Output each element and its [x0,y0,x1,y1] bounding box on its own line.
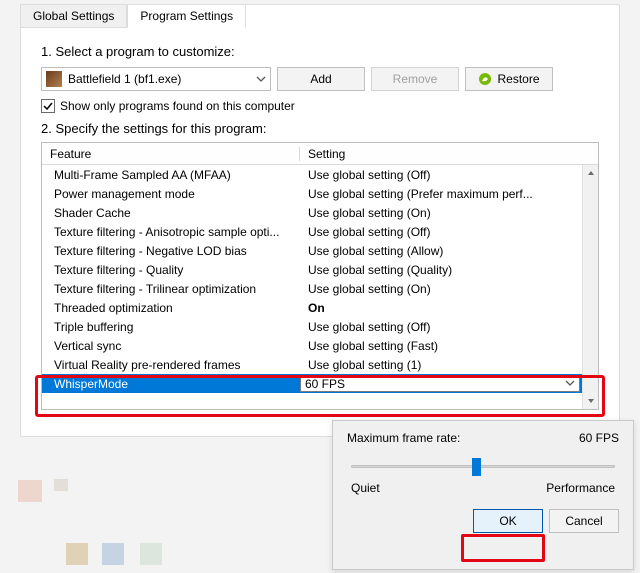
decor-square [54,479,68,491]
table-row[interactable]: Texture filtering - QualityUse global se… [42,260,582,279]
table-row[interactable]: Texture filtering - Negative LOD biasUse… [42,241,582,260]
show-only-label: Show only programs found on this compute… [60,99,295,113]
step1-label: 1. Select a program to customize: [41,44,599,59]
restore-button[interactable]: Restore [465,67,553,91]
restore-label: Restore [497,72,539,86]
table-row[interactable]: Texture filtering - Anisotropic sample o… [42,222,582,241]
add-button[interactable]: Add [277,67,365,91]
feature-cell: Shader Cache [42,206,300,220]
tab-program-settings[interactable]: Program Settings [127,4,246,28]
table-row[interactable]: Threaded optimizationOn [42,298,582,317]
setting-cell: Use global setting (Quality) [300,263,582,277]
feature-cell: Power management mode [42,187,300,201]
program-select[interactable]: Battlefield 1 (bf1.exe) [41,67,271,91]
feature-cell: Vertical sync [42,339,300,353]
setting-cell: Use global setting (Prefer maximum perf.… [300,187,582,201]
tab-global-settings[interactable]: Global Settings [20,4,127,28]
settings-panel: Global Settings Program Settings 1. Sele… [20,4,620,437]
chevron-down-icon [565,377,575,391]
slider-label-performance: Performance [546,481,615,495]
frame-rate-popup: Maximum frame rate: 60 FPS Quiet Perform… [332,420,634,570]
feature-cell: Texture filtering - Quality [42,263,300,277]
step2-label: 2. Specify the settings for this program… [41,121,599,136]
decor-square [102,543,124,565]
setting-cell: Use global setting (Off) [300,225,582,239]
max-frame-rate-label: Maximum frame rate: [347,431,460,445]
setting-cell: Use global setting (On) [300,282,582,296]
table-row[interactable]: Vertical syncUse global setting (Fast) [42,336,582,355]
setting-cell: Use global setting (Allow) [300,244,582,258]
setting-cell: Use global setting (On) [300,206,582,220]
scroll-down-icon[interactable] [583,393,599,409]
setting-cell: Use global setting (1) [300,358,582,372]
slider-thumb[interactable] [472,458,481,476]
table-row[interactable]: Triple bufferingUse global setting (Off) [42,317,582,336]
tab-strip: Global Settings Program Settings [20,4,619,28]
program-icon [46,71,62,87]
table-row[interactable]: Texture filtering - Trilinear optimizati… [42,279,582,298]
feature-cell: Triple buffering [42,320,300,334]
feature-cell: Threaded optimization [42,301,300,315]
decor-square [66,543,88,565]
setting-cell: Use global setting (Off) [300,320,582,334]
scroll-up-icon[interactable] [583,165,599,181]
setting-cell: Use global setting (Fast) [300,339,582,353]
decor-square [140,543,162,565]
frame-rate-slider[interactable] [351,457,615,475]
max-frame-rate-value: 60 FPS [579,431,619,445]
column-feature[interactable]: Feature [42,147,300,161]
feature-cell: WhisperMode [42,377,300,391]
feature-cell: Texture filtering - Trilinear optimizati… [42,282,300,296]
setting-cell: Use global setting (Off) [300,168,582,182]
setting-cell: On [300,301,582,315]
nvidia-logo-icon [478,72,492,86]
scrollbar[interactable] [582,165,598,409]
table-row[interactable]: WhisperMode60 FPS [42,374,582,393]
table-row[interactable]: Virtual Reality pre-rendered framesUse g… [42,355,582,374]
column-setting[interactable]: Setting [300,147,582,161]
cancel-button[interactable]: Cancel [549,509,619,533]
setting-cell[interactable]: 60 FPS [300,376,580,392]
remove-button: Remove [371,67,459,91]
feature-cell: Texture filtering - Anisotropic sample o… [42,225,300,239]
slider-label-quiet: Quiet [351,481,380,495]
feature-cell: Multi-Frame Sampled AA (MFAA) [42,168,300,182]
settings-table: Feature Setting Multi-Frame Sampled AA (… [41,142,599,410]
table-row[interactable]: Shader CacheUse global setting (On) [42,203,582,222]
slider-track-line [351,465,615,468]
ok-button[interactable]: OK [473,509,543,533]
table-row[interactable]: Power management modeUse global setting … [42,184,582,203]
feature-cell: Virtual Reality pre-rendered frames [42,358,300,372]
show-only-checkbox[interactable] [41,99,55,113]
table-row[interactable]: Multi-Frame Sampled AA (MFAA)Use global … [42,165,582,184]
program-name: Battlefield 1 (bf1.exe) [68,72,250,86]
decor-square [18,480,42,502]
feature-cell: Texture filtering - Negative LOD bias [42,244,300,258]
chevron-down-icon [256,74,266,84]
